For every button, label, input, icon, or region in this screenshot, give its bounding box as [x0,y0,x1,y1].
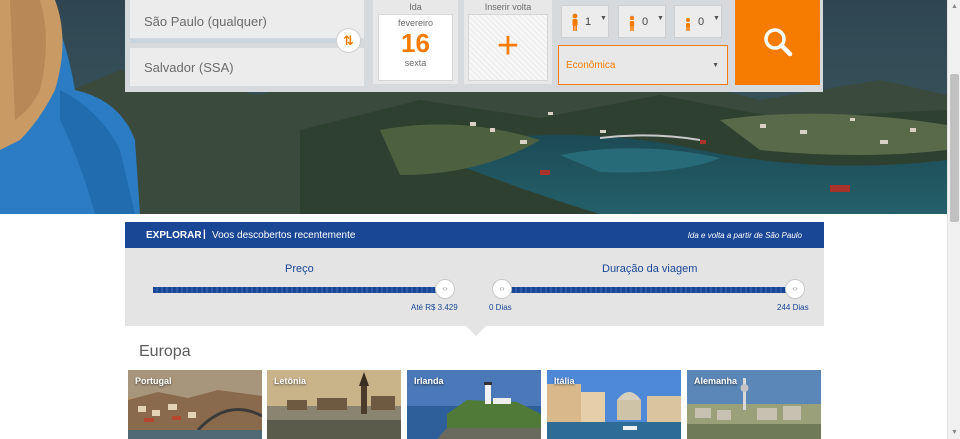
chevron-down-icon: ▼ [712,62,719,69]
adults-count: 1 [585,16,592,28]
explore-subtitle: Voos descobertos recentemente [212,230,356,241]
duration-filter-title: Duração da viagem [602,263,698,275]
infants-count: 0 [698,16,705,28]
destination-card-irlanda[interactable]: Irlanda [407,370,541,439]
cabin-class-value: Econômica [566,60,616,71]
cabin-class-select[interactable]: Econômica ▼ [558,45,728,85]
page-scrollbar[interactable]: ▲ ▼ [947,0,960,439]
infants-selector[interactable]: 0 ▼ [674,5,722,38]
children-selector[interactable]: 0 ▼ [618,5,666,38]
destination-name: Irlanda [414,376,444,386]
destination-value: Salvador (SSA) [144,60,234,75]
explore-title: EXPLORAR [146,230,202,241]
departure-date-picker[interactable]: Ida fevereiro 16 sexta [373,0,458,84]
destination-name: Letônia [274,376,307,386]
return-date-picker[interactable]: Inserir volta + [464,0,552,84]
origin-value: São Paulo (qualquer) [144,14,267,29]
duration-max-label: 244 Dias [777,303,809,312]
page: ▲ ▼ São Paulo (qualquer) Salvador (SSA) … [0,0,960,439]
return-label: Inserir volta [484,2,532,12]
flight-search-form: São Paulo (qualquer) Salvador (SSA) ⇅ Id… [125,0,823,92]
price-filter-title: Preço [285,263,314,275]
infant-icon [686,18,690,31]
price-slider-handle[interactable]: ‹› [435,279,455,299]
swap-route-button[interactable]: ⇅ [336,28,361,53]
destination-field[interactable]: Salvador (SSA) [130,48,364,86]
departure-day: 16 [401,28,430,58]
destination-card-portugal[interactable]: Portugal [128,370,262,439]
origin-destination-divider [130,39,355,43]
duration-min-label: 0 Dias [489,303,512,312]
departure-date-card[interactable]: fevereiro 16 sexta [378,14,453,81]
plus-icon: + [496,25,520,67]
destination-name: Portugal [135,376,172,386]
drag-handle-icon: ‹› [442,284,448,293]
scroll-up-arrow-icon[interactable]: ▲ [948,0,960,13]
duration-slider-min-handle[interactable]: ‹› [492,279,512,299]
filter-panel-pointer [466,326,486,336]
destination-name: Itália [554,376,575,386]
explore-filters: Preço ‹› Até R$ 3.429 Duração da viagem … [125,248,824,326]
adults-selector[interactable]: 1 ▼ [561,5,609,38]
destination-card-alemanha[interactable]: Alemanha [687,370,821,439]
departure-weekday: sexta [404,58,427,68]
departure-month: fevereiro [397,18,433,28]
explore-header: EXPLORAR | Voos descobertos recentemente… [125,222,824,248]
scroll-down-arrow-icon[interactable]: ▼ [948,426,960,439]
duration-slider-track[interactable] [502,287,794,293]
search-button[interactable] [735,0,820,85]
chevron-down-icon: ▼ [657,15,664,22]
destination-card-italia[interactable]: Itália [547,370,681,439]
chevron-down-icon: ▼ [713,15,720,22]
price-max-label: Até R$ 3.429 [411,303,458,312]
explore-separator: | [203,229,206,240]
region-title: Europa [139,343,191,360]
destination-card-letonia[interactable]: Letônia [267,370,401,439]
chevron-down-icon: ▼ [600,15,607,22]
child-icon [629,15,635,31]
drag-handle-icon: ‹› [499,284,505,293]
destination-name: Alemanha [694,376,738,386]
explore-origin-note: Ida e volta a partir de São Paulo [687,231,802,240]
scrollbar-thumb[interactable] [950,74,959,222]
add-return-button[interactable]: + [468,14,548,81]
person-icon [572,13,578,31]
search-icon [764,28,793,57]
origin-field[interactable]: São Paulo (qualquer) [130,0,364,38]
drag-handle-icon: ‹› [792,284,798,293]
swap-arrows-icon: ⇅ [343,33,354,48]
departure-label: Ida [409,2,422,12]
duration-slider-max-handle[interactable]: ‹› [785,279,805,299]
price-slider-track[interactable] [153,287,446,293]
children-count: 0 [642,16,649,28]
